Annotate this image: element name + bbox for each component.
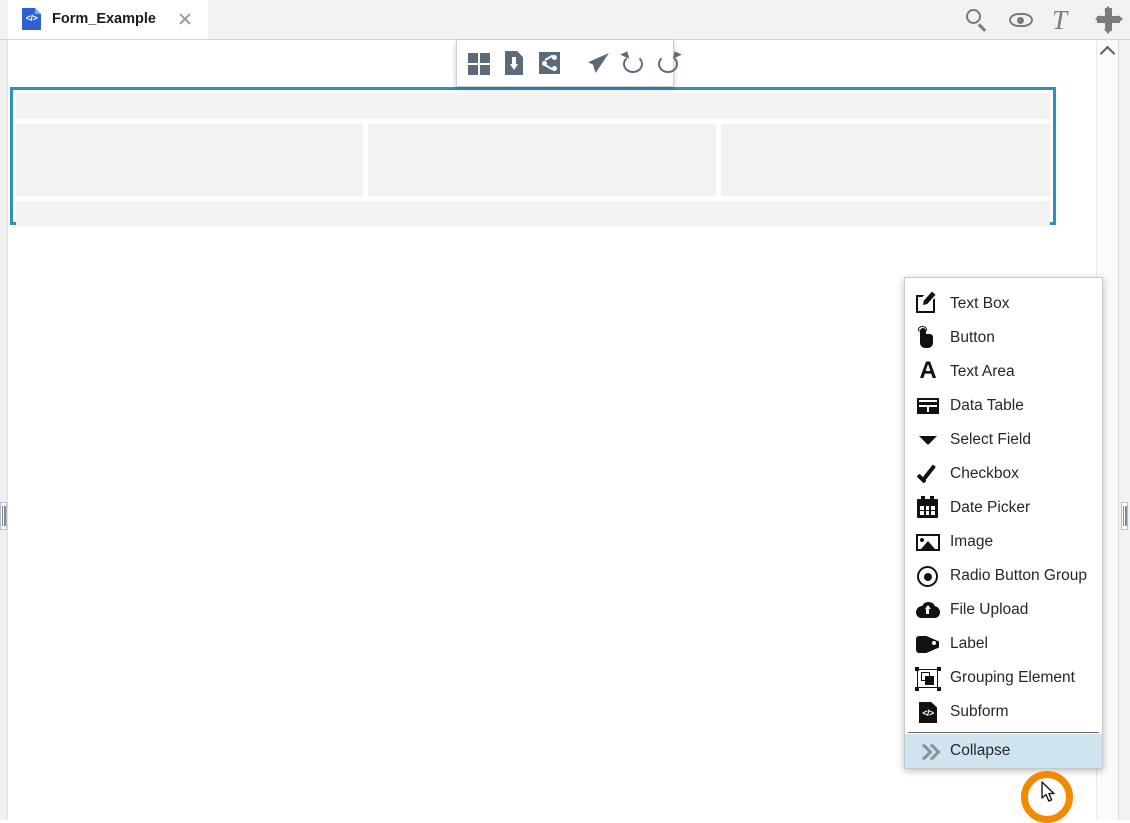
- menu-item-label: Label: [950, 635, 988, 653]
- menu-item-label: Collapse: [950, 742, 1010, 760]
- redo-icon[interactable]: [656, 50, 681, 76]
- menu-item-radio-button-group[interactable]: Radio Button Group: [905, 559, 1102, 593]
- tab-title: Form_Example: [52, 11, 156, 27]
- menu-item-file-upload[interactable]: File Upload: [905, 593, 1102, 627]
- undo-icon[interactable]: [621, 50, 646, 76]
- chevron-up-icon[interactable]: [1097, 40, 1117, 62]
- form-header-row[interactable]: [16, 93, 1050, 119]
- menu-item-label: Button: [950, 329, 995, 347]
- share-icon[interactable]: [537, 50, 562, 76]
- calendar-icon: [916, 496, 940, 520]
- left-panel-resize-handle[interactable]: [0, 502, 7, 530]
- form-container-selected[interactable]: [10, 87, 1056, 225]
- menu-item-label: File Upload: [950, 601, 1028, 619]
- editor-stage: Text Box Button A Text Area Data Table: [0, 40, 1130, 820]
- text-format-glyph: T: [1052, 5, 1067, 35]
- subform-icon: </>: [916, 700, 940, 724]
- grouping-element-icon: [916, 666, 940, 690]
- radio-button-icon: [916, 564, 940, 588]
- form-column-2[interactable]: [368, 124, 716, 196]
- menu-item-label: Grouping Element: [950, 669, 1075, 687]
- menu-item-label: Text Area: [950, 363, 1015, 381]
- menu-item-date-picker[interactable]: Date Picker: [905, 491, 1102, 525]
- menu-item-label: Data Table: [950, 397, 1024, 415]
- cloud-upload-icon: [916, 598, 940, 622]
- search-icon[interactable]: [964, 7, 990, 33]
- menu-item-checkbox[interactable]: Checkbox: [905, 457, 1102, 491]
- menu-item-text-area[interactable]: A Text Area: [905, 355, 1102, 389]
- image-icon: [916, 530, 940, 554]
- menu-item-text-box[interactable]: Text Box: [905, 287, 1102, 321]
- form-footer-row[interactable]: [16, 201, 1050, 227]
- text-format-icon[interactable]: T: [1052, 7, 1078, 33]
- left-panel-collapsed-strip: [0, 40, 8, 820]
- preview-eye-icon[interactable]: [1008, 7, 1034, 33]
- double-chevron-right-icon: [916, 739, 940, 763]
- letter-a-icon: A: [916, 360, 940, 384]
- cursor-highlight-ring: [1021, 771, 1073, 823]
- menu-divider: [908, 732, 1099, 733]
- chevron-down-icon: [916, 428, 940, 452]
- tab-form-example[interactable]: </> Form_Example: [8, 0, 208, 39]
- menu-item-label: Date Picker: [950, 499, 1030, 517]
- menu-item-select-field[interactable]: Select Field: [905, 423, 1102, 457]
- data-table-icon: [916, 394, 940, 418]
- hand-pointer-icon: [916, 326, 940, 350]
- select-pointer-icon[interactable]: [586, 50, 611, 76]
- doc-icon-code-text: </>: [22, 13, 41, 24]
- menu-item-subform[interactable]: </> Subform: [905, 695, 1102, 729]
- subform-document-icon: </>: [22, 8, 41, 30]
- layout-grid-icon[interactable]: [467, 50, 492, 76]
- menu-item-button[interactable]: Button: [905, 321, 1102, 355]
- menu-item-image[interactable]: Image: [905, 525, 1102, 559]
- menu-item-collapse[interactable]: Collapse: [905, 734, 1102, 768]
- menu-item-label: Subform: [950, 703, 1009, 721]
- floating-form-toolbar: [456, 40, 674, 87]
- tag-icon: [916, 632, 940, 656]
- move-icon[interactable]: [1096, 7, 1122, 33]
- menu-item-label: Text Box: [950, 295, 1009, 313]
- form-column-3[interactable]: [721, 124, 1050, 196]
- form-column-1[interactable]: [16, 124, 363, 196]
- tab-bar: </> Form_Example T: [0, 0, 1130, 40]
- close-icon[interactable]: [176, 10, 194, 28]
- subform-icon-code-text: </>: [919, 708, 937, 718]
- checkmark-icon: [916, 462, 940, 486]
- menu-item-label: Image: [950, 533, 993, 551]
- menu-item-grouping-element[interactable]: Grouping Element: [905, 661, 1102, 695]
- right-panel-resize-handle[interactable]: [1121, 502, 1128, 530]
- save-document-icon[interactable]: [502, 50, 527, 76]
- menu-item-data-table[interactable]: Data Table: [905, 389, 1102, 423]
- header-tool-group: T: [964, 0, 1122, 40]
- menu-item-label: Select Field: [950, 431, 1031, 449]
- form-columns-row: [16, 124, 1050, 196]
- element-palette-menu: Text Box Button A Text Area Data Table: [904, 277, 1103, 769]
- menu-item-label: Radio Button Group: [950, 567, 1087, 585]
- right-panel-collapsed-strip: [1118, 40, 1130, 820]
- menu-item-label: Checkbox: [950, 465, 1019, 483]
- text-box-icon: [916, 292, 940, 316]
- menu-item-label[interactable]: Label: [905, 627, 1102, 661]
- mouse-cursor: [1041, 781, 1057, 803]
